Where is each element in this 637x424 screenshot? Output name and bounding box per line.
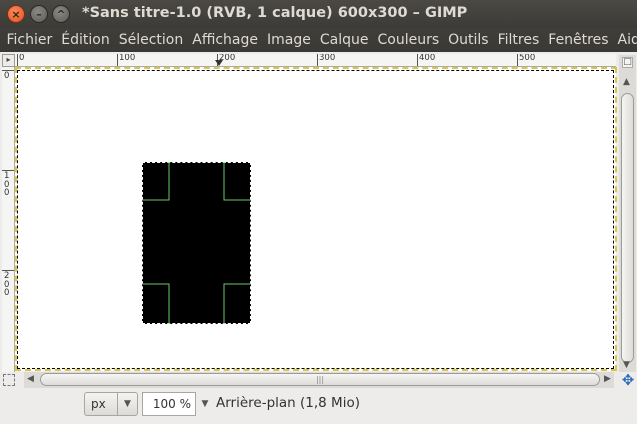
title-bar[interactable]: × – ^ *Sans titre-1.0 (RVB, 1 calque) 60… [0,0,637,28]
scroll-left-icon[interactable]: ◀ [27,374,34,384]
layer-status-text: Arrière-plan (1,8 Mio) [216,395,360,411]
vertical-scrollbar[interactable]: □ ▲ ▼ [619,55,636,372]
image-area[interactable] [17,70,614,369]
window-title: *Sans titre-1.0 (RVB, 1 calque) 600x300 … [82,5,468,21]
menu-fenetres[interactable]: Fenêtres [544,28,613,52]
ruler-tick [417,54,418,66]
horizontal-scroll-thumb[interactable]: ||| [40,373,600,386]
scroll-right-icon[interactable]: ▶ [604,374,611,384]
navigate-icon[interactable]: ✥ [620,372,636,388]
ruler-label: 400 [419,54,436,63]
minimize-button[interactable]: – [30,5,48,23]
menu-edition[interactable]: Édition [57,28,114,52]
ruler-label: 300 [319,54,336,63]
zoom-dropdown-icon[interactable]: ▼ [198,392,212,416]
menu-outils[interactable]: Outils [444,28,493,52]
menu-image[interactable]: Image [263,28,316,52]
ruler-label: 0 [4,71,10,81]
close-button[interactable]: × [7,5,25,23]
scroll-up-icon[interactable]: ▲ [623,77,630,87]
menu-selection[interactable]: Sélection [114,28,188,52]
ruler-tick [317,54,318,66]
scroll-down-icon[interactable]: ▼ [623,360,630,370]
ruler-tick [17,54,18,66]
menu-couleurs[interactable]: Couleurs [373,28,444,52]
gimp-window: × – ^ *Sans titre-1.0 (RVB, 1 calque) 60… [0,0,637,424]
zoom-fit-icon[interactable]: □ [622,57,633,68]
vertical-scroll-thumb[interactable] [621,93,634,363]
ruler-tick [117,54,118,66]
ruler-label: 500 [519,54,536,63]
ruler-label: 100 [119,54,136,63]
horizontal-scrollbar[interactable]: ◀ ||| ▶ [24,372,614,388]
menu-filtres[interactable]: Filtres [493,28,544,52]
menu-calque[interactable]: Calque [315,28,373,52]
image-canvas[interactable] [15,67,616,371]
pointer-marker-icon [215,60,223,66]
chevron-down-icon[interactable]: ▼ [117,393,137,415]
menu-fichier[interactable]: Fichier [2,28,57,52]
unit-value: px [91,397,106,411]
guide-lines [142,162,251,324]
menu-aide[interactable]: Aide [613,28,637,52]
ruler-corner-icon[interactable]: ▸ [2,54,15,67]
menu-bar: Fichier Édition Sélection Affichage Imag… [0,28,637,52]
vertical-ruler[interactable]: 0 100 200 [2,67,15,372]
quick-mask-icon[interactable] [3,374,15,386]
ruler-tick [517,54,518,66]
ruler-label: 200 [4,271,10,298]
maximize-button[interactable]: ^ [52,5,70,23]
ruler-label: 0 [19,54,25,63]
ruler-label: 100 [4,171,10,198]
unit-selector[interactable]: px ▼ [84,392,138,416]
zoom-input[interactable]: 100 % [142,392,196,416]
menu-affichage[interactable]: Affichage [188,28,263,52]
horizontal-ruler[interactable]: 0 100 200 300 400 500 [15,54,616,67]
filled-selection[interactable] [142,162,251,324]
